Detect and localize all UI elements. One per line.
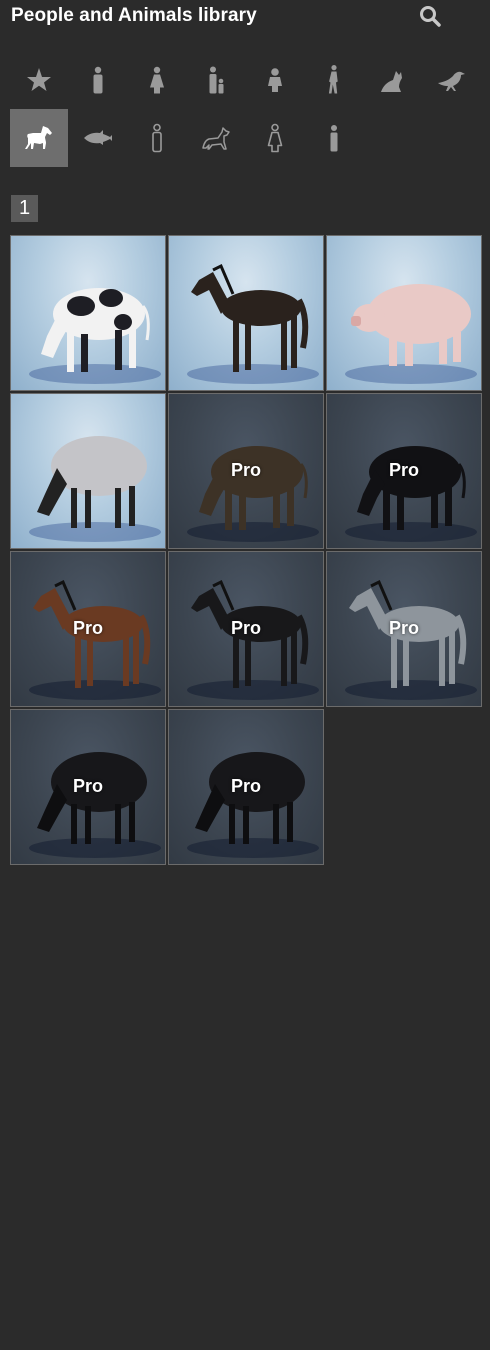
category-man[interactable] — [69, 51, 127, 109]
model-tile-cow-pro[interactable]: Pro — [168, 393, 324, 549]
model-tile-horse-pro[interactable]: Pro — [10, 551, 166, 707]
woman-outline-icon — [267, 123, 283, 153]
woman-icon — [150, 66, 164, 94]
category-woman-outline[interactable] — [246, 109, 304, 167]
model-tile-cow-pro[interactable]: Pro — [326, 393, 482, 549]
cat-icon — [381, 71, 402, 92]
category-walking-person[interactable] — [305, 51, 363, 109]
man-small-icon — [330, 125, 338, 152]
man-child-icon — [209, 66, 224, 94]
cow-thumbnail — [29, 288, 161, 384]
man-outline-icon — [152, 123, 162, 153]
pig-thumbnail — [345, 284, 477, 384]
model-tile-sheep-pro[interactable]: Pro — [168, 709, 324, 865]
category-fish[interactable] — [69, 109, 127, 167]
model-tile-sheep[interactable] — [10, 393, 166, 549]
category-dog-outline[interactable] — [187, 109, 245, 167]
pro-badge: Pro — [230, 460, 261, 480]
horse-icon — [25, 126, 52, 149]
pro-badge: Pro — [388, 460, 419, 480]
category-man-with-child[interactable] — [187, 51, 245, 109]
pro-badge: Pro — [72, 618, 103, 638]
page-number-1[interactable]: 1 — [11, 195, 38, 222]
man-icon — [93, 66, 103, 94]
model-tile-horse-pro[interactable]: Pro — [326, 551, 482, 707]
model-tile-pig[interactable] — [326, 235, 482, 391]
child-icon — [268, 68, 282, 92]
horse-thumbnail — [187, 263, 319, 384]
category-man-outline[interactable] — [128, 109, 186, 167]
fish-icon — [84, 130, 112, 145]
pro-badge: Pro — [230, 776, 261, 796]
category-child[interactable] — [246, 51, 304, 109]
category-man-small[interactable] — [305, 109, 363, 167]
model-tile-cow[interactable] — [10, 235, 166, 391]
model-tile-horse-pro[interactable]: Pro — [168, 551, 324, 707]
category-bird[interactable] — [423, 51, 481, 109]
sheep-thumbnail — [29, 436, 161, 542]
star-icon — [27, 68, 51, 91]
pro-badge: Pro — [72, 776, 103, 796]
pro-badge: Pro — [388, 618, 419, 638]
category-favorites[interactable] — [10, 51, 68, 109]
walking-person-icon — [328, 65, 338, 94]
model-tile-horse[interactable] — [168, 235, 324, 391]
category-horse[interactable] — [10, 109, 68, 167]
model-tile-sheep-pro[interactable]: Pro — [10, 709, 166, 865]
model-grid: Pro Pro Pro Pro Pro Pro Pro — [10, 235, 482, 865]
search-icon — [420, 6, 441, 27]
category-woman[interactable] — [128, 51, 186, 109]
category-cat[interactable] — [364, 51, 422, 109]
pro-badge: Pro — [230, 618, 261, 638]
bird-icon — [438, 71, 465, 91]
search-button[interactable] — [418, 4, 442, 28]
library-title: People and Animals library — [11, 5, 257, 26]
dog-outline-icon — [202, 127, 230, 150]
